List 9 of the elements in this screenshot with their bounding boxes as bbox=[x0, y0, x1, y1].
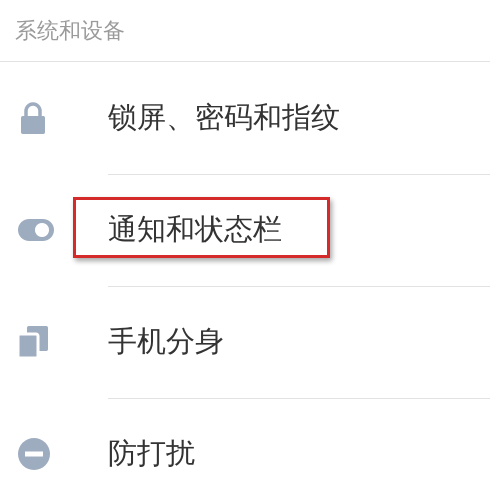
settings-item[interactable]: 通知和状态栏 bbox=[108, 210, 282, 250]
minus-circle-icon bbox=[18, 438, 50, 470]
settings-item[interactable]: 锁屏、密码和指纹 bbox=[108, 98, 340, 138]
lock-icon bbox=[18, 101, 48, 135]
copy-icon bbox=[18, 326, 48, 358]
settings-item[interactable]: 防打扰 bbox=[108, 434, 195, 474]
toggle-icon bbox=[18, 219, 54, 241]
section-title: 系统和设备 bbox=[15, 18, 125, 46]
settings-item[interactable]: 手机分身 bbox=[108, 322, 224, 362]
